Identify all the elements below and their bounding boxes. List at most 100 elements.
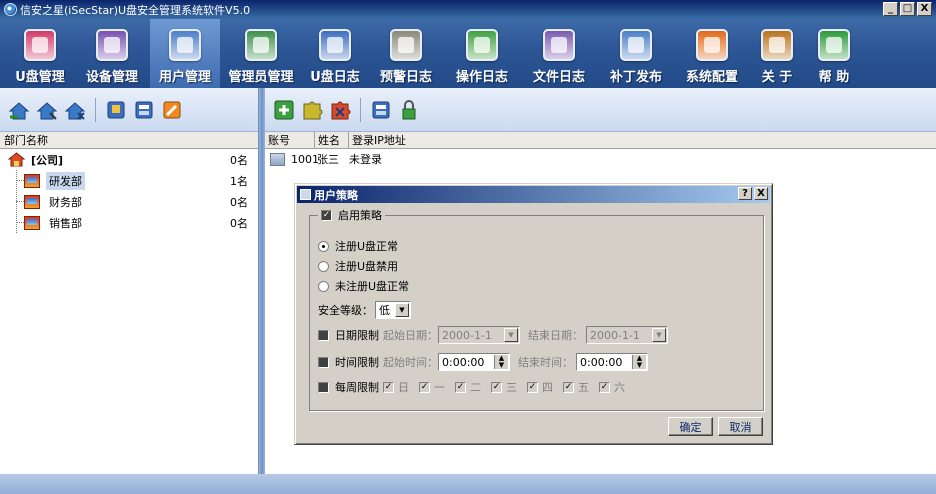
toolbar-oplog-button[interactable]: 操作日志: [444, 19, 520, 88]
tree-item[interactable]: 销售部 0名: [0, 212, 258, 233]
weekday-checkbox[interactable]: 三: [491, 379, 517, 395]
lock-user-icon[interactable]: [398, 99, 420, 121]
end-date-value: 2000-1-1: [590, 328, 640, 342]
cell-account: 1001: [291, 152, 319, 166]
column-account[interactable]: 账号: [265, 132, 315, 148]
date-limit-checkbox[interactable]: [318, 329, 329, 341]
security-level-value: 低: [379, 304, 390, 317]
radio-registered-disabled[interactable]: 注册U盘禁用: [318, 258, 398, 274]
toolbar-help-button[interactable]: 帮 助: [804, 19, 864, 88]
start-time-spinner[interactable]: 0:00:00 ▲ ▼: [438, 353, 510, 371]
ulog-icon: [319, 29, 351, 61]
toolbar-alarm-button[interactable]: 预警日志: [368, 19, 444, 88]
week-limit-label: 每周限制: [335, 381, 379, 394]
tree-root-label: [公司]: [31, 153, 64, 167]
pencil-icon[interactable]: [161, 99, 183, 121]
app-icon: [4, 3, 17, 16]
main-toolbar: U盘管理 设备管理 用户管理 管理员管理 U盘日志 预警日志 操作日志 文件日志 补丁发布 系统配…: [0, 19, 936, 88]
weekday-label: 六: [614, 381, 625, 394]
start-date-picker[interactable]: 2000-1-1 ▼: [438, 326, 520, 344]
tree-item[interactable]: 研发部 1名: [0, 170, 258, 191]
toolbar-config-button[interactable]: 系统配置: [674, 19, 750, 88]
checkbox-box[interactable]: [491, 381, 502, 393]
tree-root-count: 0名: [230, 153, 248, 167]
toolbar-patch-button[interactable]: 补丁发布: [598, 19, 674, 88]
weekday-list: 日一二三四五 六: [383, 379, 635, 395]
radio-registered-normal[interactable]: 注册U盘正常: [318, 238, 398, 254]
tree-item[interactable]: 财务部 0名: [0, 191, 258, 212]
radio-dot[interactable]: [318, 280, 329, 292]
dialog-help-button[interactable]: ?: [738, 187, 752, 200]
cancel-button[interactable]: 取消: [718, 417, 763, 436]
toolbar-label: 关 于: [761, 70, 793, 85]
department-pane: 部门名称 [公司] 0名 研发部 1名 财务部 0名 销售部 0名: [0, 88, 259, 474]
config-icon: [696, 29, 728, 61]
add-user-icon[interactable]: [273, 99, 295, 121]
end-time-spinner[interactable]: 0:00:00 ▲ ▼: [576, 353, 648, 371]
enable-policy-checkbox[interactable]: 启用策略: [318, 207, 385, 223]
delete-department-icon[interactable]: [64, 99, 86, 121]
security-level-select[interactable]: 低 ▼: [375, 301, 411, 319]
radio-label: 未注册U盘正常: [335, 280, 410, 293]
radio-unregistered-normal[interactable]: 未注册U盘正常: [318, 278, 409, 294]
close-button[interactable]: X: [917, 2, 932, 16]
toolbar-admin-button[interactable]: 管理员管理: [220, 19, 302, 88]
ok-button[interactable]: 确定: [668, 417, 713, 436]
toolbar-user-button[interactable]: 用户管理: [150, 19, 220, 88]
export-icon[interactable]: [133, 99, 155, 121]
checkbox-box[interactable]: [383, 381, 394, 393]
checkbox-box[interactable]: [599, 381, 610, 393]
time-limit-checkbox[interactable]: [318, 356, 329, 368]
tree-root[interactable]: [公司] 0名: [0, 149, 258, 170]
checkbox-box[interactable]: [527, 381, 538, 393]
toolbar-label: U盘日志: [310, 70, 360, 85]
radio-dot[interactable]: [318, 240, 329, 252]
window-title: 信安之星(iSecStar)U盘安全管理系统软件V5.0: [20, 3, 251, 17]
admin-icon: [245, 29, 277, 61]
import-icon[interactable]: [105, 99, 127, 121]
toolbar-label: 系统配置: [685, 70, 738, 85]
start-time-value: 0:00:00: [442, 355, 485, 369]
toolbar-udisk-button[interactable]: U盘管理: [6, 19, 74, 88]
checkbox-box[interactable]: [321, 209, 332, 221]
weekday-checkbox[interactable]: 六: [599, 379, 625, 395]
edit-department-icon[interactable]: [36, 99, 58, 121]
checkbox-box[interactable]: [419, 381, 430, 393]
chevron-down-icon[interactable]: ▼: [395, 303, 409, 317]
toolbar-label: 文件日志: [532, 70, 585, 85]
chevron-down-icon[interactable]: ▼: [652, 328, 666, 342]
dialog-titlebar: 用户策略: [297, 186, 770, 203]
end-date-picker[interactable]: 2000-1-1 ▼: [586, 326, 668, 344]
dialog-close-button[interactable]: X: [754, 187, 768, 200]
delete-user-icon[interactable]: [329, 99, 351, 121]
checkbox-box[interactable]: [455, 381, 466, 393]
weekday-checkbox[interactable]: 二: [455, 379, 481, 395]
checkbox-box[interactable]: [563, 381, 574, 393]
tree-item-label: 财务部: [49, 195, 82, 209]
tree-item-count: 1名: [230, 174, 248, 188]
maximize-button[interactable]: □: [900, 2, 915, 16]
spinner-arrows-icon[interactable]: ▲ ▼: [494, 355, 508, 369]
weekday-checkbox[interactable]: 一: [419, 379, 445, 395]
weekday-checkbox[interactable]: 日: [383, 379, 409, 395]
table-row[interactable]: 1001 张三 未登录: [265, 149, 936, 169]
window-titlebar: 信安之星(iSecStar)U盘安全管理系统软件V5.0 _ □ X: [0, 0, 936, 19]
chevron-down-icon[interactable]: ▼: [504, 328, 518, 342]
toolbar-about-button[interactable]: 关 于: [750, 19, 804, 88]
radio-dot[interactable]: [318, 260, 329, 272]
spinner-arrows-icon[interactable]: ▲ ▼: [632, 355, 646, 369]
column-login-ip[interactable]: 登录IP地址: [349, 132, 429, 148]
company-icon: [7, 152, 26, 167]
puzzle-icon[interactable]: [301, 99, 323, 121]
add-department-icon[interactable]: [8, 99, 30, 121]
help-icon: [818, 29, 850, 61]
toolbar-ulog-button[interactable]: U盘日志: [302, 19, 368, 88]
minimize-button[interactable]: _: [883, 2, 898, 16]
move-user-icon[interactable]: [370, 99, 392, 121]
weekday-checkbox[interactable]: 五: [563, 379, 589, 395]
weekday-checkbox[interactable]: 四: [527, 379, 553, 395]
toolbar-device-button[interactable]: 设备管理: [74, 19, 150, 88]
week-limit-checkbox[interactable]: [318, 381, 329, 393]
toolbar-filelog-button[interactable]: 文件日志: [520, 19, 598, 88]
column-name[interactable]: 姓名: [315, 132, 349, 148]
